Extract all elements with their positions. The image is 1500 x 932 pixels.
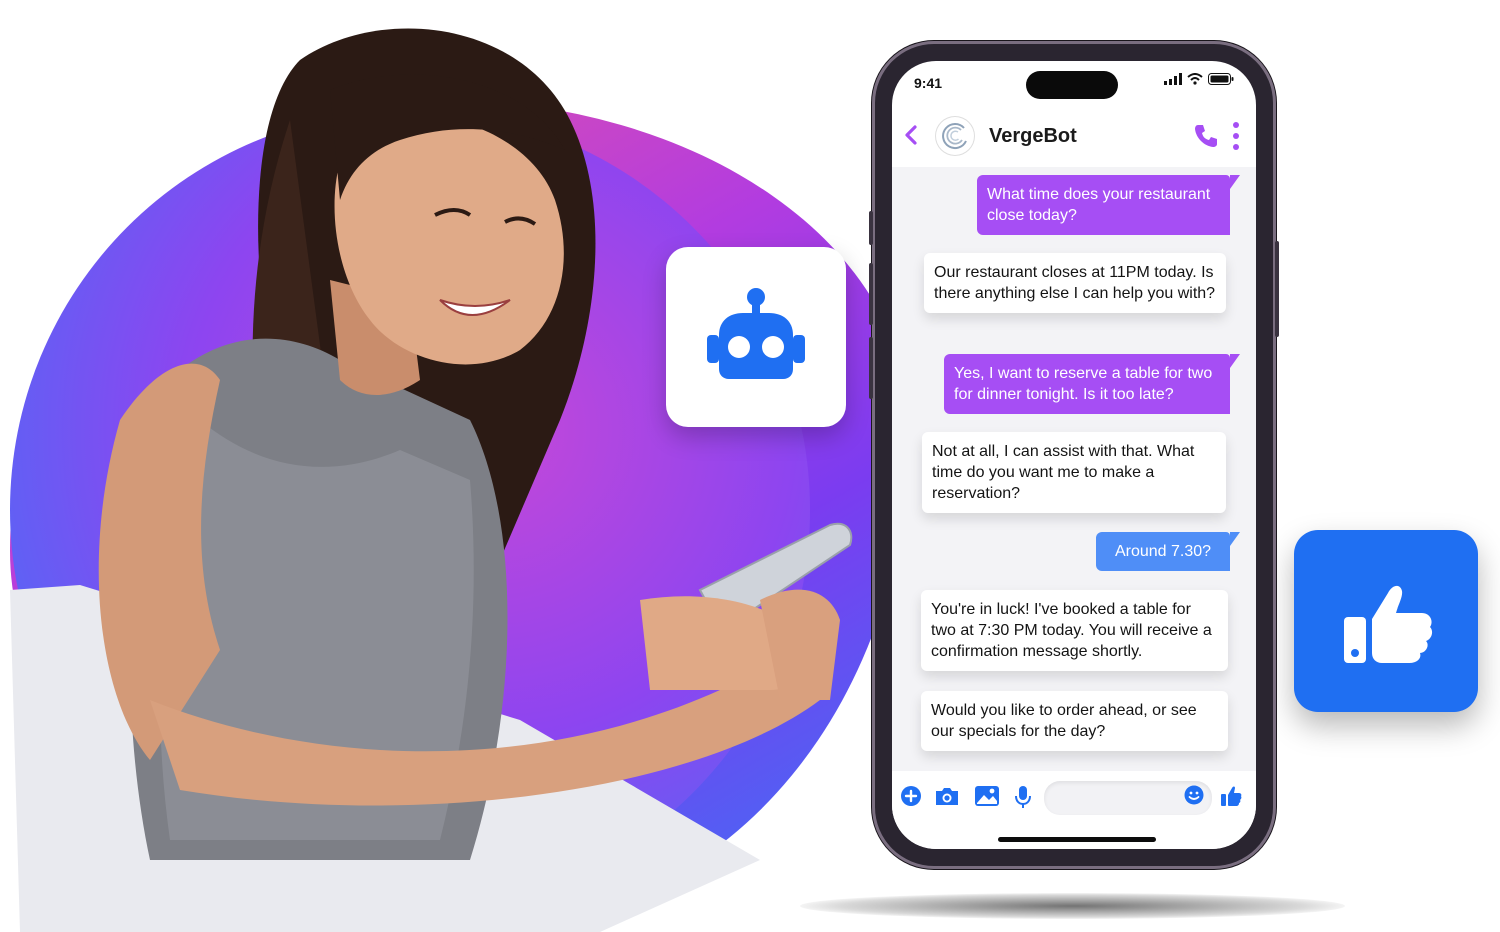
chat-thread[interactable]: What time does your restaurant close tod… <box>892 167 1256 771</box>
vergebot-logo-icon <box>942 123 967 150</box>
phone-screen: 9:41 VergeBot What time does your restau… <box>892 61 1256 849</box>
bot-name: VergeBot <box>989 125 1077 147</box>
robot-icon <box>707 288 805 379</box>
smartphone-frame: 9:41 VergeBot What time does your restau… <box>869 41 1279 869</box>
wifi-icon <box>1187 73 1203 85</box>
thumbs-up-icon <box>1344 585 1433 663</box>
chat-header: VergeBot <box>892 105 1256 168</box>
chevron-left-icon[interactable] <box>904 124 918 146</box>
message-incoming: You're in luck! I've booked a table for … <box>921 590 1228 671</box>
message-incoming: Our restaurant closes at 11PM today. Is … <box>924 253 1226 313</box>
bot-avatar[interactable] <box>936 117 974 155</box>
dynamic-island <box>1026 71 1118 99</box>
status-icons <box>1164 73 1234 85</box>
woman-using-phone-illustration <box>10 28 853 932</box>
signal-icon <box>1164 73 1182 85</box>
phone-volume-up <box>869 263 873 325</box>
status-bar: 9:41 <box>892 61 1256 105</box>
smiley-icon[interactable] <box>1184 785 1204 805</box>
home-indicator <box>998 837 1156 842</box>
message-composer <box>892 771 1256 849</box>
plus-circle-icon[interactable] <box>900 785 922 807</box>
thumbs-up-icon[interactable] <box>1220 785 1242 807</box>
message-incoming: Not at all, I can assist with that. What… <box>922 432 1226 513</box>
phone-shadow <box>800 893 1345 919</box>
message-outgoing: Yes, I want to reserve a table for two f… <box>944 354 1240 414</box>
phone-volume-down <box>869 337 873 399</box>
robot-badge <box>666 247 846 427</box>
phone-icon[interactable] <box>1192 122 1220 150</box>
phone-side-button <box>869 211 873 245</box>
message-outgoing: Around 7.30? <box>1096 532 1240 571</box>
more-vertical-icon[interactable] <box>1232 121 1240 151</box>
message-incoming: Would you like to order ahead, or see ou… <box>921 691 1228 751</box>
microphone-icon[interactable] <box>1014 785 1032 809</box>
phone-power-button <box>1275 241 1279 337</box>
like-badge <box>1294 530 1478 712</box>
image-icon[interactable] <box>974 785 1000 807</box>
battery-icon <box>1208 73 1234 85</box>
message-outgoing: What time does your restaurant close tod… <box>977 175 1240 235</box>
camera-icon[interactable] <box>934 785 960 807</box>
status-time: 9:41 <box>914 75 943 91</box>
